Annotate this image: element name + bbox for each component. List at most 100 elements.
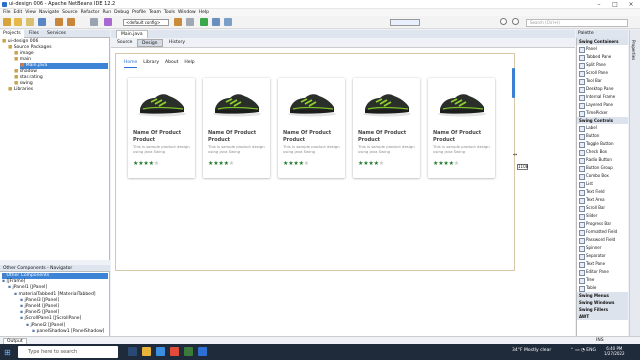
maximize-button[interactable]: □ — [608, 0, 622, 9]
menu-view[interactable]: View — [25, 9, 36, 16]
properties-side-tab[interactable]: Properties — [631, 40, 636, 60]
palette-item[interactable]: Desktop Pane — [577, 85, 628, 93]
build-project-icon[interactable] — [174, 18, 182, 26]
star-rating[interactable]: ★★★★★ — [433, 161, 459, 167]
debug-icon[interactable] — [212, 18, 220, 26]
palette-item[interactable]: Button Group — [577, 164, 628, 172]
product-card[interactable]: Name Of Product Product This is sample pr… — [428, 78, 495, 178]
navigator-item[interactable]: ▪ jPanel3 [JPanel] — [20, 298, 59, 304]
notifications-icon[interactable] — [512, 18, 519, 25]
navigator-item[interactable]: ▪ jScrollPane1 [JScrollPane] — [20, 316, 81, 322]
star-rating[interactable]: ★★★★★ — [133, 161, 159, 167]
palette-item[interactable]: Tool Bar — [577, 77, 628, 85]
new-project-icon[interactable] — [3, 18, 11, 26]
netbeans-taskbar-icon[interactable] — [198, 347, 207, 356]
palette-group-header[interactable]: AWT — [577, 313, 628, 320]
star-rating[interactable]: ★★★★★ — [208, 161, 234, 167]
palette-item[interactable]: Tree — [577, 276, 628, 284]
navigator-item[interactable]: ▪ materialTabbed1 [MaterialTabbed] — [14, 292, 96, 298]
file-explorer-icon[interactable] — [142, 347, 151, 356]
palette-item[interactable]: Spinner — [577, 244, 628, 252]
subtab-source[interactable]: Source — [113, 39, 136, 47]
palette-item[interactable]: Radio Button — [577, 156, 628, 164]
weather-widget[interactable]: 34°F Mostly clear — [512, 348, 551, 353]
app-nav-home[interactable]: Home — [124, 59, 138, 68]
palette-item[interactable]: Progress Bar — [577, 220, 628, 228]
product-card[interactable]: Name Of Product Product This is sample pr… — [203, 78, 270, 178]
memory-indicator[interactable] — [390, 19, 420, 26]
edge-icon[interactable] — [156, 347, 165, 356]
palette-item[interactable]: Tabbed Pane — [577, 53, 628, 61]
palette-item[interactable]: Password Field — [577, 236, 628, 244]
close-button[interactable]: × — [624, 0, 638, 9]
palette-item[interactable]: Formatted Field — [577, 228, 628, 236]
undo-icon[interactable] — [55, 18, 63, 26]
menu-profile[interactable]: Profile — [132, 9, 146, 16]
palette-group-header[interactable]: Swing Windows — [577, 299, 628, 306]
tab-main-java[interactable]: Main.java — [116, 30, 148, 38]
palette-group-header[interactable]: Swing Controls — [577, 117, 628, 124]
ide-search-input[interactable]: Search (Ctrl+I) — [526, 19, 628, 27]
subtab-history[interactable]: History — [165, 39, 189, 47]
navigator-item[interactable]: ▪ jPanel1 [JPanel] — [8, 285, 47, 291]
menu-source[interactable]: Source — [62, 9, 77, 16]
menu-tools[interactable]: Tools — [164, 9, 175, 16]
config-select[interactable]: <default config> — [123, 19, 169, 26]
app-nav-library[interactable]: Library — [143, 59, 159, 67]
resize-handle-icon[interactable]: ⇔ — [513, 152, 517, 158]
product-card[interactable]: Name Of Product Product This is sample pr… — [128, 78, 195, 178]
minimize-button[interactable]: – — [592, 0, 606, 9]
palette-item[interactable]: Editor Pane — [577, 268, 628, 276]
tree-item[interactable]: ■ Libraries — [8, 87, 33, 93]
chrome-icon[interactable] — [170, 347, 179, 356]
taskbar-search-input[interactable]: Type here to search — [18, 346, 118, 358]
redo-icon[interactable] — [67, 18, 75, 26]
clean-build-icon[interactable] — [104, 18, 112, 26]
palette-item[interactable]: Separator — [577, 252, 628, 260]
product-card[interactable]: Name Of Product Product This is sample pr… — [278, 78, 345, 178]
build-icon[interactable] — [90, 18, 98, 26]
palette-item[interactable]: Button — [577, 132, 628, 140]
task-view-icon[interactable] — [128, 347, 137, 356]
navigator-item[interactable]: ▪ panelShadow1 [PanelShadow] — [32, 329, 104, 335]
taskbar-clock[interactable]: 6:40 PM 1/27/2022 — [604, 346, 625, 356]
new-file-icon[interactable] — [14, 18, 22, 26]
palette-item[interactable]: Text Area — [577, 196, 628, 204]
tab-projects[interactable]: Projects — [0, 30, 24, 38]
menu-run[interactable]: Run — [102, 9, 111, 16]
tab-files[interactable]: Files — [26, 30, 42, 38]
jframe-preview[interactable]: Home Library About Help Name Of Product Pro… — [115, 53, 515, 271]
navigator-item[interactable]: ▪ jPanel2 [JPanel] — [26, 323, 65, 329]
star-rating[interactable]: ★★★★★ — [283, 161, 309, 167]
save-all-icon[interactable] — [38, 18, 46, 26]
help-icon[interactable] — [500, 18, 507, 25]
tab-services[interactable]: Services — [44, 30, 69, 38]
menu-refactor[interactable]: Refactor — [81, 9, 100, 16]
menu-window[interactable]: Window — [178, 9, 196, 16]
menu-file[interactable]: File — [3, 9, 11, 16]
menu-debug[interactable]: Debug — [114, 9, 129, 16]
palette-item[interactable]: Scroll Bar — [577, 204, 628, 212]
system-tray[interactable]: ⌃ ▭ ◔ ENG — [570, 348, 596, 353]
palette-item[interactable]: Text Field — [577, 188, 628, 196]
open-project-icon[interactable] — [26, 18, 34, 26]
palette-item[interactable]: Toggle Button — [577, 140, 628, 148]
star-rating[interactable]: ★★★★★ — [358, 161, 384, 167]
menu-edit[interactable]: Edit — [14, 9, 23, 16]
palette-item[interactable]: Table — [577, 284, 628, 292]
palette-item[interactable]: Split Pane — [577, 61, 628, 69]
palette-group-header[interactable]: Swing Menus — [577, 292, 628, 299]
palette-item[interactable]: TimePicker — [577, 109, 628, 117]
palette-group-header[interactable]: Swing Fillers — [577, 306, 628, 313]
palette-item[interactable]: Check Box — [577, 148, 628, 156]
store-icon[interactable] — [184, 347, 193, 356]
menu-help[interactable]: Help — [199, 9, 209, 16]
palette-item[interactable]: Slider — [577, 212, 628, 220]
palette-item[interactable]: Label — [577, 124, 628, 132]
subtab-design[interactable]: Design — [137, 39, 163, 47]
clean-icon[interactable] — [186, 18, 194, 26]
app-nav-help[interactable]: Help — [184, 59, 194, 67]
palette-group-header[interactable]: Swing Containers — [577, 38, 628, 45]
profile-icon[interactable] — [224, 18, 232, 26]
palette-item[interactable]: Layered Pane — [577, 101, 628, 109]
